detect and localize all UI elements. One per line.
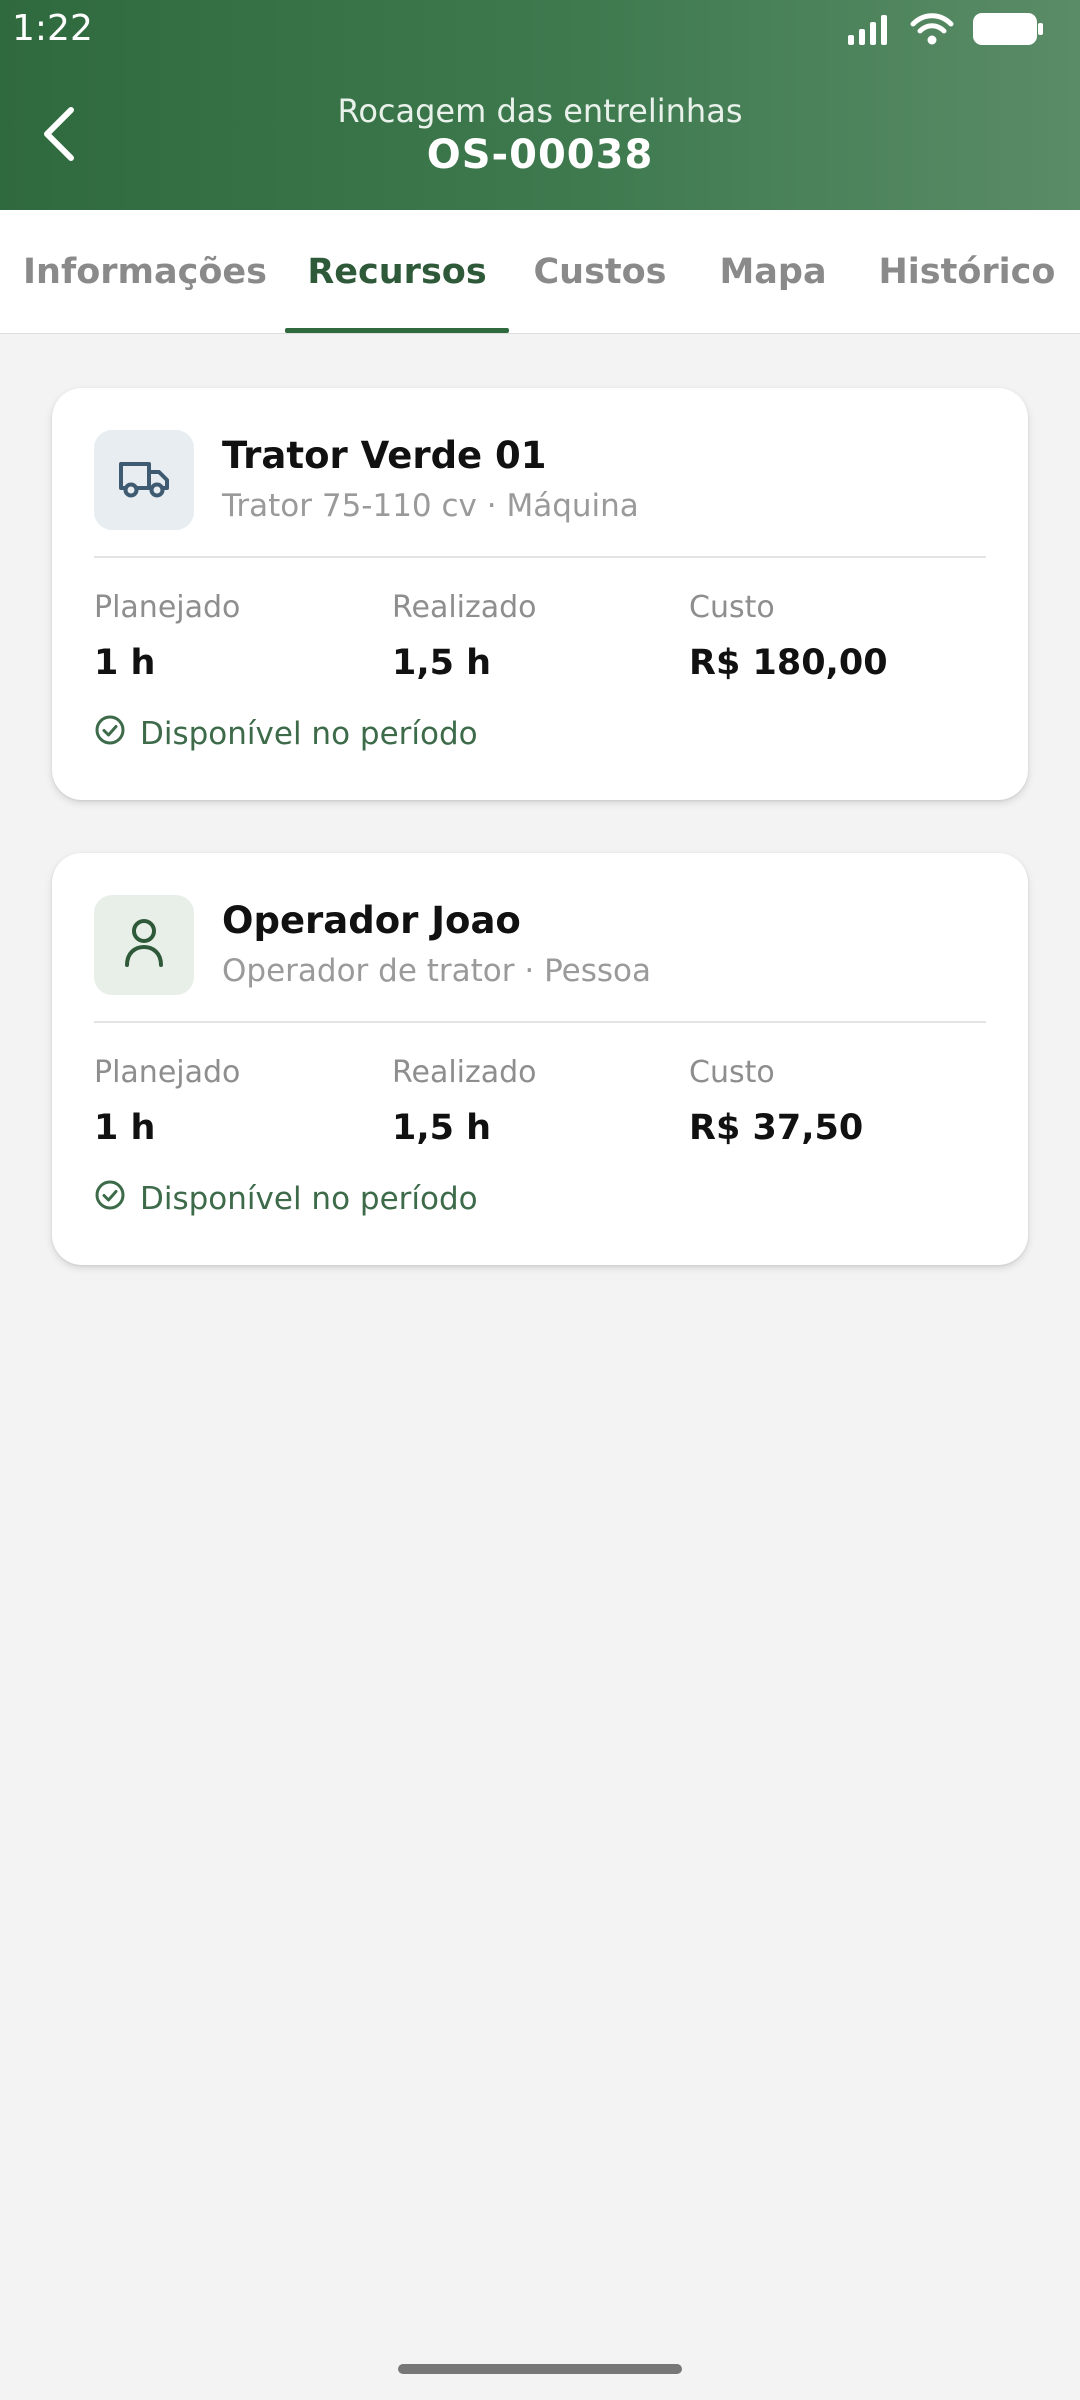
battery-icon: [972, 12, 1044, 50]
metric-actual: Realizado 1,5 h: [392, 590, 537, 683]
truck-icon: [117, 456, 171, 504]
tab-informacoes[interactable]: Informações: [14, 210, 276, 334]
availability-text: Disponível no período: [140, 1181, 478, 1217]
resource-name: Trator Verde 01: [222, 434, 547, 477]
active-tab-indicator: [285, 328, 509, 333]
availability-status: Disponível no período: [94, 1179, 478, 1219]
check-circle-icon: [94, 714, 126, 754]
resource-card-person[interactable]: Operador Joao Operador de trator · Pesso…: [52, 853, 1028, 1265]
metric-planned: Planejado 1 h: [94, 1055, 240, 1148]
planned-value: 1 h: [94, 1108, 156, 1148]
metric-actual: Realizado 1,5 h: [392, 1055, 537, 1148]
metric-planned: Planejado 1 h: [94, 590, 240, 683]
cost-value: R$ 37,50: [689, 1108, 864, 1148]
cost-value: R$ 180,00: [689, 643, 888, 683]
tab-bar: Informações Recursos Custos Mapa Históri…: [0, 210, 1080, 334]
planned-label: Planejado: [94, 1055, 241, 1090]
tab-recursos[interactable]: Recursos: [285, 210, 509, 334]
actual-value: 1,5 h: [392, 1108, 492, 1148]
cost-label: Custo: [689, 590, 775, 625]
metric-cost: Custo R$ 37,50: [689, 1055, 863, 1148]
resource-subtitle: Operador de trator · Pessoa: [222, 953, 651, 989]
wifi-icon: [910, 12, 954, 50]
tab-custos[interactable]: Custos: [530, 210, 670, 334]
check-circle-icon: [94, 1179, 126, 1219]
card-divider: [94, 556, 986, 558]
actual-value: 1,5 h: [392, 643, 492, 683]
app-header: 1:22 Rocagem das entrelinhas OS-00038: [0, 0, 1080, 210]
resource-name: Operador Joao: [222, 899, 521, 942]
availability-text: Disponível no período: [140, 716, 478, 752]
cost-label: Custo: [689, 1055, 775, 1090]
resource-icon-container: [94, 895, 194, 995]
resource-card-machine[interactable]: Trator Verde 01 Trator 75-110 cv · Máqui…: [52, 388, 1028, 800]
tab-historico[interactable]: Histórico: [874, 210, 1060, 334]
signal-icon: [846, 13, 892, 49]
availability-status: Disponível no período: [94, 714, 478, 754]
person-icon: [122, 917, 166, 973]
planned-label: Planejado: [94, 590, 241, 625]
card-divider: [94, 1021, 986, 1023]
header-subtitle: Rocagem das entrelinhas: [337, 92, 743, 130]
status-time: 1:22: [12, 8, 93, 49]
resource-subtitle: Trator 75-110 cv · Máquina: [222, 488, 639, 524]
status-icons: [846, 12, 1044, 50]
resource-icon-container: [94, 430, 194, 530]
metric-cost: Custo R$ 180,00: [689, 590, 888, 683]
tab-mapa[interactable]: Mapa: [708, 210, 838, 334]
actual-label: Realizado: [392, 590, 537, 625]
home-indicator[interactable]: [398, 2364, 682, 2374]
planned-value: 1 h: [94, 643, 156, 683]
page-title: OS-00038: [426, 132, 654, 178]
actual-label: Realizado: [392, 1055, 537, 1090]
